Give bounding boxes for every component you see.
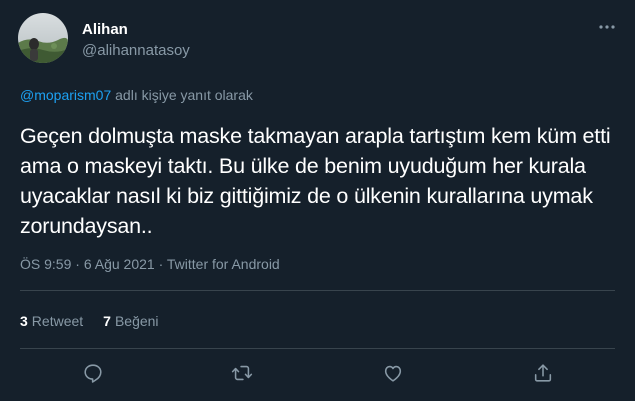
retweets-label: Retweet — [31, 313, 84, 329]
display-name[interactable]: Alihan — [82, 21, 128, 38]
likes-label: Beğeni — [114, 313, 159, 329]
retweets-count: 3 — [20, 313, 28, 329]
ellipsis-icon — [599, 25, 615, 29]
tweet-date[interactable]: 6 Ağu 2021 — [84, 256, 155, 272]
more-options-button[interactable] — [594, 16, 620, 38]
tweet-stats: 3 Retweet 7 Beğeni — [20, 313, 159, 329]
divider — [20, 290, 615, 291]
mention-link[interactable]: @moparism07 — [20, 87, 111, 103]
retweet-icon — [231, 365, 253, 381]
share-icon — [534, 364, 552, 382]
reply-context-suffix: adlı kişiye yanıt olarak — [111, 87, 253, 103]
tweet-actions — [0, 358, 635, 388]
profile-photo-icon — [18, 13, 68, 63]
reply-context: @moparism07 adlı kişiye yanıt olarak — [20, 87, 253, 103]
tweet-source[interactable]: Twitter for Android — [167, 256, 280, 272]
handle[interactable]: @alihannatasoy — [82, 42, 190, 59]
tweet-card: Alihan @alihannatasoy @moparism07 adlı k… — [0, 0, 635, 401]
likes-stat[interactable]: 7 Beğeni — [103, 313, 158, 329]
divider — [20, 348, 615, 349]
tweet-time[interactable]: ÖS 9:59 — [20, 256, 71, 272]
retweets-stat[interactable]: 3 Retweet — [20, 313, 83, 329]
like-button[interactable] — [378, 358, 408, 388]
share-button[interactable] — [528, 358, 558, 388]
tweet-meta: ÖS 9:59 · 6 Ağu 2021 · Twitter for Andro… — [20, 256, 280, 272]
meta-separator: · — [71, 256, 84, 272]
reply-button[interactable] — [78, 358, 108, 388]
tweet-text: Geçen dolmuşta maske takmayan arapla tar… — [20, 124, 611, 238]
avatar[interactable] — [18, 13, 68, 63]
retweet-button[interactable] — [227, 358, 257, 388]
likes-count: 7 — [103, 313, 111, 329]
like-icon — [384, 365, 402, 382]
meta-separator-2: · — [154, 256, 167, 272]
reply-icon — [84, 364, 102, 383]
